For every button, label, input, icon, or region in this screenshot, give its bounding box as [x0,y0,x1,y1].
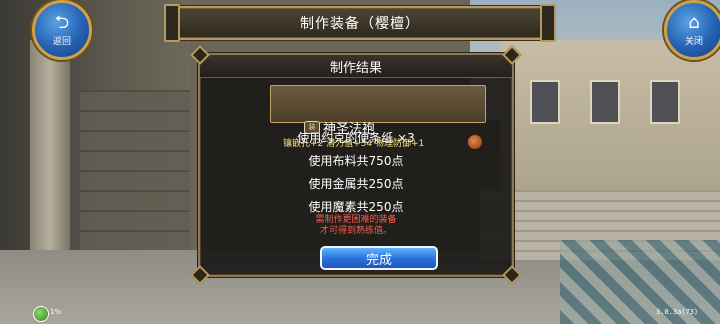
crafted-item-card[interactable]: 装 神圣法袍 镶嵌孔+2 潜力值+34 物理防御+1 [270,85,486,150]
back-button[interactable]: ⮌ 返回 [32,0,92,60]
material-line: 使用布料共750点 [308,154,404,168]
window-title: 制作装备（樱檀） [164,4,556,42]
home-icon: ⌂ [688,11,700,33]
close-button[interactable]: ⌂ 关闭 [664,0,720,60]
done-button-label: 完成 [365,252,392,268]
back-button-label: 返回 [52,36,71,47]
done-button[interactable]: 完成 [320,246,438,270]
window-title-text: 制作装备（樱檀） [300,16,420,32]
material-line: 使用魔素共250点 [308,200,404,214]
proficiency-note: 需制作更困难的装备 [315,215,397,225]
dialog-title: 制作结果 [200,55,512,78]
version-text: 3.0.3a(73) [656,308,699,316]
material-line: 使用金属共250点 [308,177,404,191]
dialog-title-text: 制作结果 [329,60,382,76]
proficiency-note: 才可得到熟练值。 [319,226,392,236]
close-button-label: 关闭 [684,36,703,47]
craft-result-dialog: 制作结果 装 神圣法袍 镶嵌孔+2 潜力值+34 物理防御+1 使用约克的便条纸… [190,45,522,285]
status-text: 1% [50,308,62,316]
material-line: 使用约克的便条纸 ×3 [297,131,415,145]
network-status-icon [33,306,49,322]
return-arrow-icon: ⮌ [54,11,70,33]
